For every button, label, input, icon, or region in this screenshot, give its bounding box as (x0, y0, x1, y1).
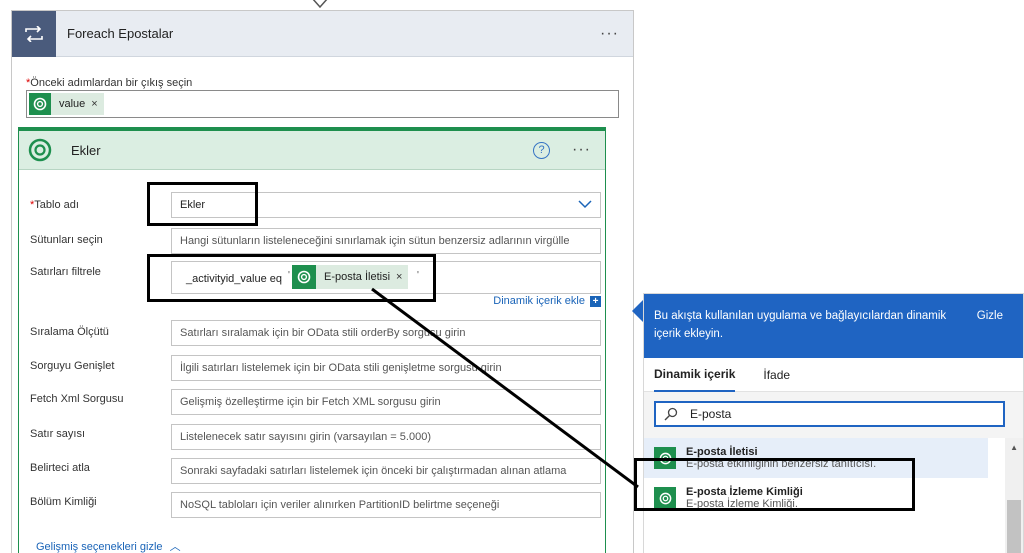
dataverse-icon (29, 93, 51, 115)
results-scrollbar[interactable]: ▲ (1005, 438, 1023, 553)
ekler-more-button[interactable]: ··· (572, 142, 591, 158)
loop-icon (12, 10, 56, 57)
table-name-label: *Tablo adı (30, 199, 79, 211)
panel-search-area: E-posta (644, 392, 1023, 438)
connector-arrow-icon (312, 0, 328, 9)
select-columns-label: Sütunları seçin (30, 234, 103, 246)
value-token-remove-icon[interactable]: × (91, 98, 97, 110)
foreach-header[interactable]: Foreach Epostalar ··· (12, 10, 633, 57)
table-name-label-text: Tablo adı (34, 199, 79, 211)
list-rows-action-card: Ekler ? ··· *Tablo adı Ekler Sütunları s… (18, 127, 606, 553)
plus-icon: + (590, 295, 601, 307)
chevron-down-icon (578, 200, 592, 209)
hide-advanced-options-label: Gelişmiş seçenekleri gizle (36, 541, 163, 553)
scroll-thumb[interactable] (1007, 500, 1021, 553)
highlight-box-email-message-result (634, 458, 915, 511)
partition-id-label: Bölüm Kimliği (30, 496, 97, 508)
panel-tabs: Dinamik içerik İfade (644, 358, 1023, 392)
dataverse-icon (28, 138, 52, 162)
expand-query-label: Sorguyu Genişlet (30, 360, 115, 372)
value-token[interactable]: value × (29, 93, 104, 115)
dynamic-content-search-input[interactable]: E-posta (654, 401, 1005, 427)
hide-advanced-options-link[interactable]: Gelişmiş seçenekleri gizle ︿ (36, 538, 181, 553)
previous-output-label: *Önceki adımlardan bir çıkış seçin (26, 77, 192, 89)
tab-dynamic-content[interactable]: Dinamik içerik (654, 358, 736, 392)
expand-query-input[interactable]: İlgili satırları listelemek için bir ODa… (171, 355, 601, 381)
help-icon[interactable]: ? (533, 141, 551, 159)
search-icon (664, 407, 678, 421)
row-count-input[interactable]: Listelenecek satır sayısını girin (varsa… (171, 424, 601, 450)
add-dynamic-content-label: Dinamik içerik ekle (493, 295, 585, 307)
panel-banner: Bu akışta kullanılan uygulama ve bağlayı… (644, 294, 1023, 358)
filter-rows-label: Satırları filtrele (30, 266, 101, 278)
row-count-label: Satır sayısı (30, 428, 86, 440)
value-token-label: value (59, 98, 86, 110)
add-dynamic-content-link[interactable]: Dinamik içerik ekle + (493, 295, 601, 307)
previous-output-label-text: Önceki adımlardan bir çıkış seçin (30, 77, 193, 89)
previous-output-input[interactable]: value × (26, 90, 619, 118)
result-title: E-posta İletisi (686, 446, 758, 458)
highlight-box-table-name (147, 182, 258, 226)
scroll-up-icon[interactable]: ▲ (1010, 443, 1018, 452)
flow-designer: Foreach Epostalar ··· *Önceki adımlardan… (0, 0, 1024, 553)
select-columns-input[interactable]: Hangi sütunların listeleneceğini sınırla… (171, 228, 601, 254)
search-value: E-posta (690, 407, 732, 421)
highlight-box-filter-rows (147, 254, 436, 302)
panel-pointer (632, 300, 643, 322)
fetch-xml-input[interactable]: Gelişmiş özelleştirme için bir Fetch XML… (171, 389, 601, 415)
order-by-label: Sıralama Ölçütü (30, 326, 109, 338)
chevron-up-icon: ︿ (169, 541, 181, 553)
hide-panel-link[interactable]: Gizle (977, 307, 1003, 325)
partition-id-input[interactable]: NoSQL tabloları için veriler alınırken P… (171, 492, 601, 518)
skip-token-label: Belirteci atla (30, 462, 90, 474)
ekler-header[interactable]: Ekler ? ··· (19, 128, 605, 170)
order-by-input[interactable]: Satırları sıralamak için bir OData stili… (171, 320, 601, 346)
panel-message: Bu akışta kullanılan uygulama ve bağlayı… (654, 310, 947, 340)
skip-token-input[interactable]: Sonraki sayfadaki satırları listelemek i… (171, 458, 601, 484)
dynamic-content-panel: Bu akışta kullanılan uygulama ve bağlayı… (643, 293, 1024, 553)
foreach-title: Foreach Epostalar (67, 26, 174, 41)
tab-expression[interactable]: İfade (763, 358, 790, 392)
ekler-title: Ekler (71, 142, 101, 158)
fetch-xml-label: Fetch Xml Sorgusu (30, 393, 124, 405)
foreach-more-button[interactable]: ··· (600, 25, 619, 41)
